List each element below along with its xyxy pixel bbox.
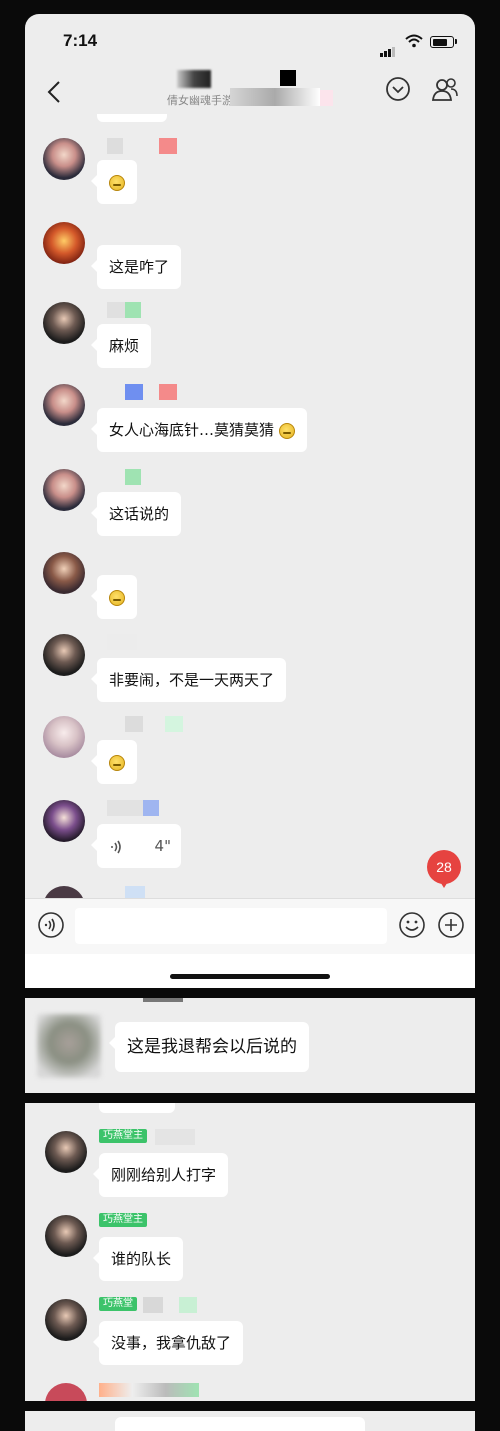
role-tag: 巧燕堂主 [99,1129,147,1143]
home-indicator[interactable] [170,974,330,979]
avatar[interactable] [43,800,85,842]
message-bubble[interactable]: 这是我退帮会以后说的 [109,1022,309,1072]
group-members-icon[interactable] [431,76,459,104]
avatar[interactable] [43,552,85,594]
voice-duration: 4" [154,837,171,855]
avatar[interactable] [37,1014,101,1078]
chat-crop-4 [25,1411,475,1431]
message-bubble[interactable]: 谁的队长 [92,1237,184,1281]
role-tag: 巧燕堂主 [99,1213,147,1227]
emoji-icon [109,754,125,771]
wifi-icon [405,34,423,48]
message-bubble[interactable] [91,575,137,619]
message-bubble[interactable]: 这是咋了 [90,245,182,289]
chat-crop-3: 巧燕堂主 刚刚给别人打字 巧燕堂主 谁的队长 巧燕堂 没事，我拿仇敌了 [25,1103,475,1401]
message-bubble[interactable]: 非要闹，不是一天两天了 [90,658,287,702]
avatar[interactable] [45,1131,87,1173]
avatar[interactable] [43,384,85,426]
avatar[interactable] [43,634,85,676]
message-bubble[interactable]: 女人心海底针…莫猜莫猜 [91,408,307,452]
home-indicator-area [25,954,475,988]
plus-icon[interactable] [437,911,465,939]
role-tag: 巧燕堂 [99,1297,137,1311]
message-input[interactable] [75,908,387,944]
avatar[interactable] [43,222,85,264]
emoji-icon [109,589,125,606]
avatar[interactable] [43,302,85,344]
back-icon[interactable] [41,78,69,106]
signal-icon [380,38,396,57]
message-bubble[interactable]: 没事，我拿仇敌了 [92,1321,244,1365]
status-bar: 7:14 [25,14,475,70]
battery-icon [430,36,454,48]
message-bubble[interactable]: 刚刚给别人打字 [92,1153,229,1197]
message-bubble[interactable] [91,740,137,784]
message-bubble[interactable]: 麻烦 [90,324,152,368]
message-bubble[interactable] [91,160,137,204]
voice-message-bubble[interactable]: 4" [91,824,181,868]
unread-badge[interactable]: 28 [427,850,461,888]
message-list[interactable]: 这是咋了 麻烦 女人心海底针…莫猜莫猜 这话说的 非要闹，不是一天两天了 4" [25,114,475,898]
emoji-icon [278,422,295,439]
voice-wave-icon [111,840,121,853]
avatar[interactable] [43,716,85,758]
blurred-title [177,70,211,88]
avatar[interactable] [45,1299,87,1341]
chat-screen: 7:14 倩女幽魂手游 这是咋了 麻烦 女人心海底针…莫猜莫猜 这话说的 非要闹… [25,14,475,988]
message-bubble[interactable]: 这话说的 [90,492,182,536]
chat-crop-2: 这是我退帮会以后说的 [25,998,475,1093]
emoji-icon[interactable] [398,911,426,939]
emoji-icon [109,174,125,191]
chat-header: 倩女幽魂手游 [25,70,475,114]
avatar[interactable] [45,1215,87,1257]
chevron-down-circle-icon[interactable] [385,76,411,102]
avatar[interactable] [43,469,85,511]
voice-input-icon[interactable] [37,911,65,939]
avatar[interactable] [43,138,85,180]
input-bar [25,898,475,955]
status-time: 7:14 [63,31,98,50]
